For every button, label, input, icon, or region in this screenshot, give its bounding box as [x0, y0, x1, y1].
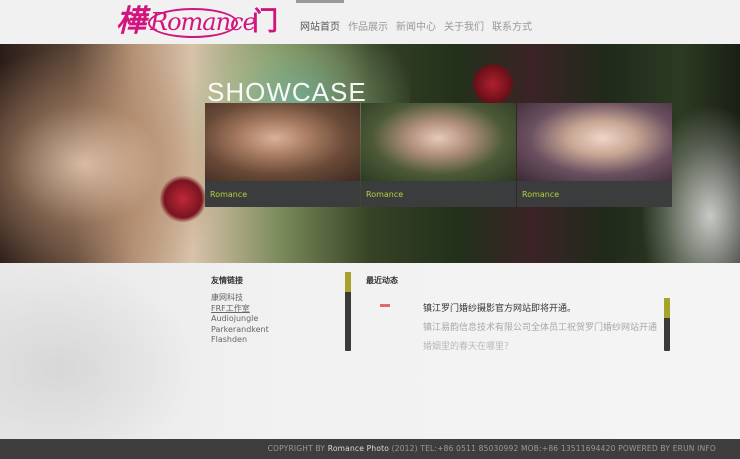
copyright-prefix: COPYRIGHT BY: [267, 444, 328, 453]
friend-links-list: 康网科技 FRF工作室 Audiojungle Parkerandkent Fl…: [211, 293, 269, 346]
friend-link[interactable]: Flashden: [211, 335, 269, 346]
showcase-caption: Romance: [205, 181, 360, 207]
copyright-text: COPYRIGHT BY Romance Photo (2012) TEL:+8…: [268, 444, 716, 453]
news-marker: [380, 304, 390, 307]
nav-about[interactable]: 关于我们: [440, 0, 488, 44]
logo-han-right: 门: [252, 7, 279, 37]
nav-news[interactable]: 新闻中心: [392, 0, 440, 44]
content-background-image: [0, 263, 200, 439]
showcase-item[interactable]: Romance: [205, 103, 360, 207]
showcase-photo[interactable]: [205, 103, 360, 181]
showcase-item[interactable]: Romance: [517, 103, 672, 207]
main-nav: 网站首页 作品展示 新闻中心 关于我们 联系方式: [296, 0, 536, 44]
showcase-caption: Romance: [517, 181, 672, 207]
showcase-photo[interactable]: [361, 103, 516, 181]
friend-link[interactable]: Parkerandkent: [211, 325, 269, 336]
news-scrollbar[interactable]: [664, 298, 670, 351]
site-footer: COPYRIGHT BY Romance Photo (2012) TEL:+8…: [0, 439, 740, 459]
friend-link[interactable]: Audiojungle: [211, 314, 269, 325]
friend-link[interactable]: FRF工作室: [211, 304, 269, 315]
links-title: 友情链接: [211, 276, 243, 285]
showcase-gallery: Romance Romance Romance: [205, 103, 673, 207]
showcase-caption: Romance: [361, 181, 516, 207]
news-list: 镇江罗门婚纱摄影官方网站即将开通。 镇江易韵信息技术有限公司全体员工祝贺罗门婚纱…: [423, 300, 657, 357]
site-logo[interactable]: 樺 Romance 门: [116, 2, 279, 42]
news-item[interactable]: 镇江易韵信息技术有限公司全体员工祝贺罗门婚纱网站开通: [423, 319, 657, 338]
news-item[interactable]: 镇江罗门婚纱摄影官方网站即将开通。: [423, 300, 657, 319]
news-scrollbar-thumb[interactable]: [664, 298, 670, 318]
links-scrollbar-thumb[interactable]: [345, 272, 351, 292]
showcase-photo[interactable]: [517, 103, 672, 181]
links-scrollbar[interactable]: [345, 272, 351, 351]
site-header: 樺 Romance 门 网站首页 作品展示 新闻中心 关于我们 联系方式: [0, 0, 740, 44]
showcase-item[interactable]: Romance: [361, 103, 516, 207]
copyright-contact: (2012) TEL:+86 0511 85030992 MOB:+86 135…: [389, 444, 716, 453]
logo-han-left: 樺: [116, 4, 146, 39]
nav-contact[interactable]: 联系方式: [488, 0, 536, 44]
nav-home[interactable]: 网站首页: [296, 0, 344, 44]
rose-decoration: [160, 174, 206, 224]
copyright-brand: Romance Photo: [327, 444, 390, 453]
logo-script: Romance: [150, 8, 257, 36]
news-item[interactable]: 婚姻里的春天在哪里？: [423, 338, 657, 357]
rose-decoration: [470, 64, 516, 104]
news-title: 最近动态: [366, 276, 398, 285]
nav-portfolio[interactable]: 作品展示: [344, 0, 392, 44]
friend-link[interactable]: 康网科技: [211, 293, 269, 304]
